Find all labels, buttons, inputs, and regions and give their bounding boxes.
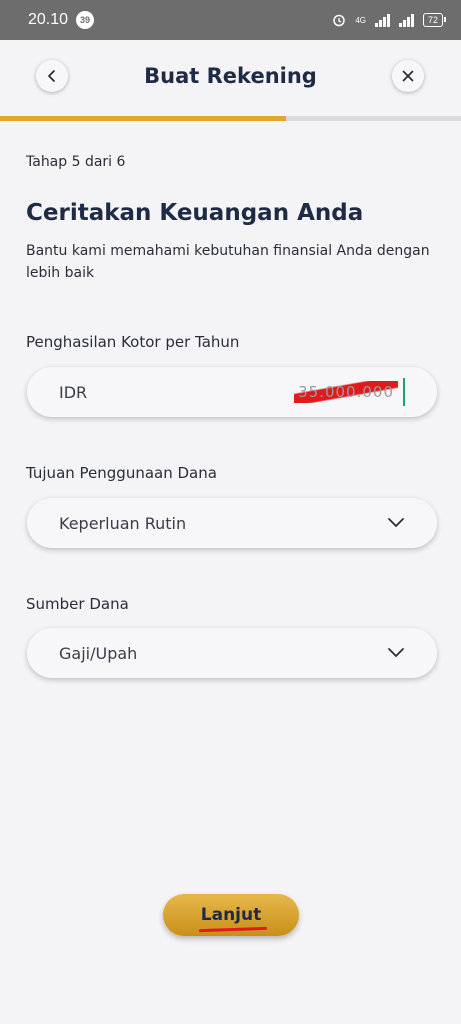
chevron-down-icon	[388, 648, 404, 658]
app-header: Buat Rekening	[0, 40, 461, 116]
income-input[interactable]: IDR 35.000.000	[27, 367, 437, 417]
battery-icon: 72	[422, 13, 447, 27]
signal-icon-2	[398, 13, 414, 27]
purpose-selected: Keperluan Rutin	[59, 513, 187, 533]
close-button[interactable]	[392, 60, 424, 92]
currency-label: IDR	[59, 382, 88, 402]
section-subtitle: Bantu kami memahami kebutuhan finansial …	[26, 243, 430, 281]
section-heading: Ceritakan Keuangan Anda	[26, 200, 364, 226]
close-icon	[402, 70, 414, 82]
source-select[interactable]: Gaji/Upah	[27, 628, 437, 678]
progress-bar	[0, 116, 461, 121]
alarm-icon	[333, 14, 346, 27]
status-left: 20.10 39	[28, 11, 95, 29]
chevron-down-icon	[388, 518, 404, 528]
progress-fill	[0, 116, 286, 121]
income-value: 35.000.000	[294, 381, 398, 403]
purpose-select[interactable]: Keperluan Rutin	[27, 498, 437, 548]
source-selected: Gaji/Upah	[59, 643, 138, 663]
income-value-wrap: 35.000.000	[294, 378, 405, 406]
purpose-label: Tujuan Penggunaan Dana	[26, 464, 217, 482]
signal-icon	[374, 13, 390, 27]
status-time: 20.10	[28, 11, 69, 28]
text-caret	[403, 378, 405, 406]
step-indicator: Tahap 5 dari 6	[26, 154, 126, 170]
income-label: Penghasilan Kotor per Tahun	[26, 333, 240, 351]
source-label: Sumber Dana	[26, 595, 129, 613]
status-right: 4G 72	[332, 13, 447, 27]
notification-badge: 39	[76, 11, 95, 29]
battery-level: 72	[427, 15, 438, 25]
continue-button[interactable]: Lanjut	[163, 894, 299, 936]
network-label: 4G	[355, 15, 366, 25]
status-bar: 20.10 39 4G 72	[0, 0, 461, 40]
continue-label: Lanjut	[200, 905, 262, 925]
